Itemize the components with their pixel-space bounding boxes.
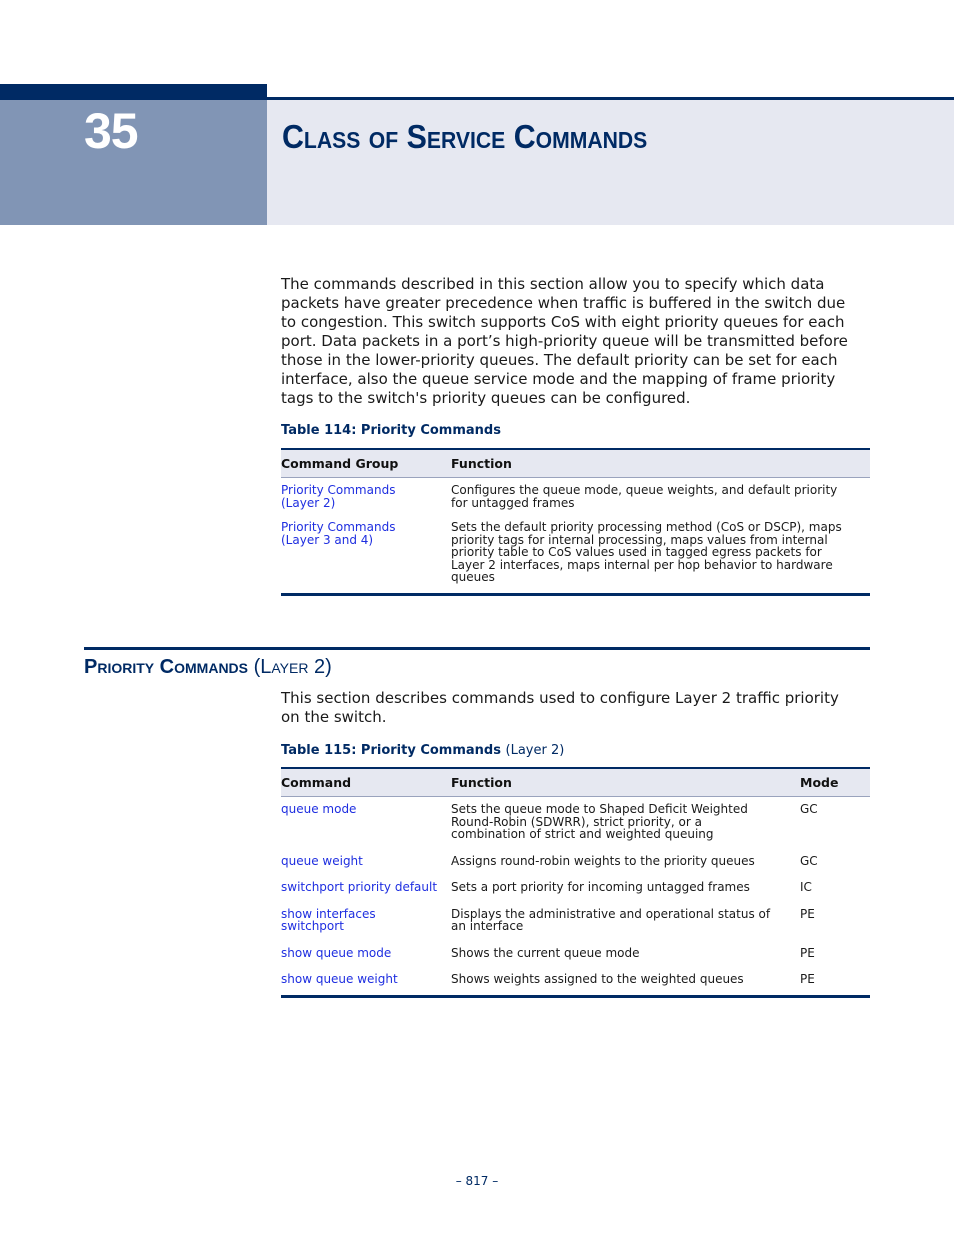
function-cell: Shows weights assigned to the weighted q…	[451, 972, 800, 998]
link-text[interactable]: switchport priority default	[281, 881, 451, 894]
function-cell: Assigns round-robin weights to the prior…	[451, 853, 800, 882]
text-line: Sets the queue mode to Shaped Deficit We…	[451, 802, 748, 816]
mode-cell: PE	[800, 906, 815, 921]
table-row: queue mode Sets the queue mode to Shaped…	[281, 797, 870, 855]
table-header-row: Command Group Function	[281, 448, 870, 478]
command-link[interactable]: show interfaces switchport	[281, 907, 451, 947]
text-line: Assigns round-robin weights to the prior…	[451, 853, 755, 868]
link-text[interactable]: switchport	[281, 920, 451, 933]
column-header: Command	[281, 767, 451, 797]
table-114: Command Group Function Priority Commands…	[281, 448, 870, 596]
chapter-number: 35	[84, 103, 139, 159]
table-115: Command Function Mode queue mode Sets th…	[281, 767, 870, 998]
text-line: tags to the switch's priority queues can…	[281, 389, 691, 407]
function-cell: Sets the queue mode to Shaped Deficit We…	[451, 797, 800, 855]
text-line: Shows the current queue mode	[451, 945, 640, 960]
text-line: Layer 2 interfaces, maps internal per ho…	[451, 557, 833, 572]
function-cell: Displays the administrative and operatio…	[451, 907, 800, 947]
text-line: for untagged frames	[451, 495, 575, 510]
table-row: Priority Commands (Layer 2) Configures t…	[281, 478, 870, 522]
text-line: The commands described in this section a…	[281, 275, 825, 293]
command-group-link[interactable]: Priority Commands (Layer 2)	[281, 478, 451, 522]
command-link[interactable]: switchport priority default	[281, 881, 451, 908]
column-header: Command Group	[281, 448, 451, 478]
chapter-title: Class of Service Commands	[282, 118, 648, 155]
command-link[interactable]: queue mode	[281, 797, 451, 855]
text-line: packets have greater precedence when tra…	[281, 294, 846, 312]
mode-cell: GC	[800, 853, 818, 868]
text-line: queues	[451, 570, 495, 584]
text-line: to congestion. This switch supports CoS …	[281, 313, 845, 331]
table-header-row: Command Function Mode	[281, 767, 870, 797]
section-title-sub: (Layer 2)	[253, 656, 332, 678]
table-row: queue weight Assigns round-robin weights…	[281, 853, 870, 882]
link-text[interactable]: show queue mode	[281, 946, 451, 960]
column-header: Mode	[800, 767, 870, 797]
function-cell: Sets the default priority processing met…	[451, 520, 870, 596]
function-cell: Configures the queue mode, queue weights…	[451, 478, 870, 522]
caption-normal: (Layer 2)	[505, 743, 565, 758]
table-row: show queue mode Shows the current queue …	[281, 945, 870, 974]
text-line: Sets a port priority for incoming untagg…	[451, 880, 750, 894]
command-link[interactable]: show queue weight	[281, 973, 451, 998]
text-line: Shows weights assigned to the weighted q…	[451, 972, 744, 986]
function-cell: Sets a port priority for incoming untagg…	[451, 881, 800, 908]
column-header: Function	[451, 767, 800, 797]
text-line: those in the lower-priority queues. The …	[281, 351, 838, 369]
section-rule	[84, 647, 870, 650]
link-text[interactable]: show queue weight	[281, 973, 451, 986]
mode-cell: PE	[800, 945, 815, 960]
table-114-caption: Table 114: Priority Commands	[281, 423, 501, 438]
chapter-header-bar	[0, 84, 267, 100]
mode-cell: GC	[800, 802, 818, 816]
text-line: Configures the queue mode, queue weights…	[451, 483, 838, 497]
text-line: on the switch.	[281, 708, 387, 726]
link-text[interactable]: Priority Commands	[281, 521, 451, 534]
table-row: show interfaces switchport Displays the …	[281, 906, 870, 947]
text-line: combination of strict and weighted queui…	[451, 827, 714, 841]
text-line: interface, also the queue service mode a…	[281, 370, 836, 388]
text-line: This section describes commands used to …	[281, 689, 839, 707]
text-line: port. Data packets in a port’s high-prio…	[281, 332, 848, 350]
section-title-main: Priority Commands	[84, 656, 249, 678]
link-text[interactable]: queue weight	[281, 854, 451, 868]
section-title: Priority Commands (Layer 2)	[84, 656, 332, 679]
link-text[interactable]: (Layer 2)	[281, 496, 451, 510]
function-cell: Shows the current queue mode	[451, 945, 800, 974]
table-row: show queue weight Shows weights assigned…	[281, 972, 870, 998]
command-group-link[interactable]: Priority Commands (Layer 3 and 4)	[281, 521, 451, 596]
section-description: This section describes commands used to …	[281, 689, 871, 727]
table-row: switchport priority default Sets a port …	[281, 881, 870, 908]
command-link[interactable]: show queue mode	[281, 946, 451, 974]
caption-bold: Table 115: Priority Commands	[281, 743, 501, 758]
command-link[interactable]: queue weight	[281, 854, 451, 882]
table-row: Priority Commands (Layer 3 and 4) Sets t…	[281, 520, 870, 596]
text-line: priority table to CoS values used in tag…	[451, 545, 822, 559]
table-115-caption: Table 115: Priority Commands (Layer 2)	[281, 743, 564, 758]
mode-cell: PE	[800, 973, 870, 998]
page-number: – 817 –	[455, 1174, 499, 1188]
intro-paragraph: The commands described in this section a…	[281, 275, 871, 408]
column-header: Function	[451, 448, 870, 478]
link-text[interactable]: Priority Commands	[281, 484, 451, 497]
text-line: Sets the default priority processing met…	[451, 520, 842, 534]
text-line: an interface	[451, 919, 524, 933]
link-text[interactable]: queue mode	[281, 803, 451, 816]
mode-cell: IC	[800, 880, 812, 894]
link-text[interactable]: (Layer 3 and 4)	[281, 533, 451, 547]
